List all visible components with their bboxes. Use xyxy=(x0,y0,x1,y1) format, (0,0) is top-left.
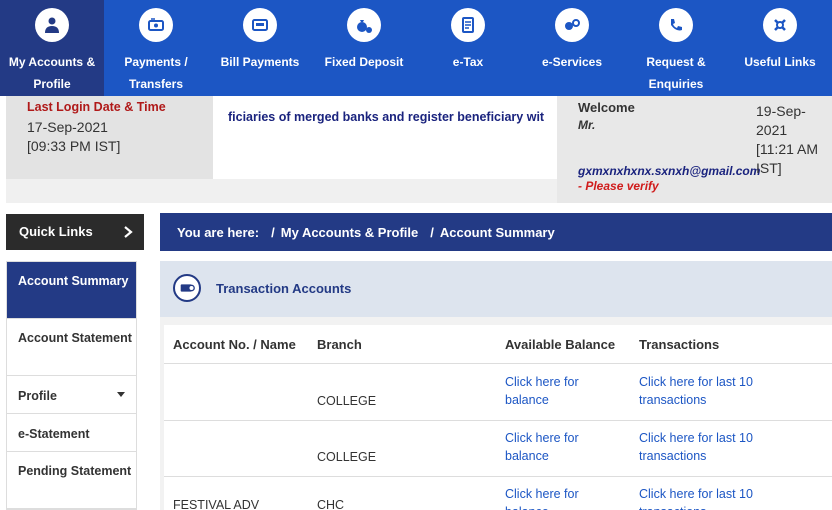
breadcrumb-item-my-accounts[interactable]: My Accounts & Profile xyxy=(281,225,418,240)
sidebar-item-profile[interactable]: Profile xyxy=(7,376,136,414)
current-datetime: 19-Sep-2021 [11:21 AM IST] xyxy=(756,103,819,176)
sidebar-item-e-statement[interactable]: e-Statement xyxy=(7,414,136,452)
welcome-name: Mr. xyxy=(578,118,596,132)
sidebar-item-account-summary[interactable]: Account Summary xyxy=(7,262,136,319)
table-row: COLLEGE Click here for balance Click her… xyxy=(164,420,832,476)
bill-icon xyxy=(243,8,277,42)
nav-label: Request & Enquiries xyxy=(646,55,706,91)
last-login-box: Last Login Date & Time 17-Sep-2021 [09:3… xyxy=(6,96,213,179)
tax-document-icon xyxy=(451,8,485,42)
transaction-accounts-header: Transaction Accounts xyxy=(160,261,832,317)
table-row: FESTIVAL ADV CHC Click here for balance … xyxy=(164,476,832,510)
nav-request-enquiries[interactable]: Request & Enquiries xyxy=(624,0,728,96)
transaction-accounts-title: Transaction Accounts xyxy=(216,281,352,296)
breadcrumb-prefix: You are here: xyxy=(177,225,260,240)
top-navigation: My Accounts & Profile Payments / Transfe… xyxy=(0,0,832,96)
money-transfer-icon xyxy=(139,8,173,42)
wallet-icon xyxy=(173,274,201,302)
branch-cell: CHC xyxy=(317,498,345,510)
branch-cell: COLLEGE xyxy=(317,394,377,408)
sidebar-item-account-statement[interactable]: Account Statement xyxy=(7,319,136,376)
transactions-link[interactable]: Click here for last 10 transactions xyxy=(639,485,779,510)
nav-label: Payments / Transfers xyxy=(124,55,188,91)
transactions-link[interactable]: Click here for last 10 transactions xyxy=(639,373,779,409)
nav-label: e-Services xyxy=(541,55,603,69)
nav-e-tax[interactable]: e-Tax xyxy=(416,0,520,96)
nav-useful-links[interactable]: Useful Links xyxy=(728,0,832,96)
sidebar-item-label: Pending Statement xyxy=(18,464,132,478)
column-header-balance: Available Balance xyxy=(505,337,616,352)
settings-link-icon xyxy=(763,8,797,42)
chevron-right-icon xyxy=(124,226,133,238)
balance-link[interactable]: Click here for balance xyxy=(505,485,605,510)
sidebar-item-label: Account Statement xyxy=(18,331,132,345)
quick-links-button[interactable]: Quick Links xyxy=(6,214,144,250)
account-summary-panel: Transaction Accounts Account No. / Name … xyxy=(160,261,832,510)
nav-label: My Accounts & Profile xyxy=(8,55,96,91)
nav-label: e-Tax xyxy=(452,55,484,69)
money-bag-icon xyxy=(347,8,381,42)
last-login-date: 17-Sep-2021 xyxy=(27,119,108,135)
transaction-accounts-table: Account No. / Name Branch Available Bala… xyxy=(164,325,832,510)
last-login-time: [09:33 PM IST] xyxy=(27,138,121,154)
column-header-account: Account No. / Name xyxy=(173,337,296,352)
phone-support-icon xyxy=(659,8,693,42)
nav-label: Fixed Deposit xyxy=(324,55,404,69)
welcome-title: Welcome xyxy=(578,100,635,115)
nav-label: Useful Links xyxy=(744,55,816,69)
welcome-box: Welcome Mr. gxmxnxhxnx.sxnxh@gmail.com -… xyxy=(557,96,832,203)
breadcrumb: You are here: / My Accounts & Profile / Acco… xyxy=(160,213,832,251)
nav-label: Bill Payments xyxy=(220,55,300,69)
sidebar-item-label: e-Statement xyxy=(18,427,90,441)
nav-payments-transfers[interactable]: Payments / Transfers xyxy=(104,0,208,96)
sidebar-item-label: Account Summary xyxy=(18,274,129,288)
column-header-branch: Branch xyxy=(317,337,362,352)
services-icon xyxy=(555,8,589,42)
account-cell: FESTIVAL ADV xyxy=(173,498,260,510)
sidebar-menu: Account Summary Account Statement Profil… xyxy=(6,261,137,510)
balance-link[interactable]: Click here for balance xyxy=(505,429,605,465)
last-login-title: Last Login Date & Time xyxy=(27,100,166,114)
breadcrumb-item-account-summary: Account Summary xyxy=(439,225,555,240)
quick-links-label: Quick Links xyxy=(19,224,93,239)
column-header-transactions: Transactions xyxy=(639,337,720,352)
info-bar: Last Login Date & Time 17-Sep-2021 [09:3… xyxy=(0,96,832,208)
table-row: COLLEGE Click here for balance Click her… xyxy=(164,363,832,419)
nav-e-services[interactable]: e-Services xyxy=(520,0,624,96)
balance-link[interactable]: Click here for balance xyxy=(505,373,605,409)
nav-bill-payments[interactable]: Bill Payments xyxy=(208,0,312,96)
nav-my-accounts[interactable]: My Accounts & Profile xyxy=(0,0,104,96)
branch-cell: COLLEGE xyxy=(317,450,377,464)
welcome-email[interactable]: gxmxnxhxnx.sxnxh@gmail.com xyxy=(578,164,760,178)
breadcrumb-separator: / xyxy=(430,225,434,240)
transactions-link[interactable]: Click here for last 10 transactions xyxy=(639,429,779,465)
nav-fixed-deposit[interactable]: Fixed Deposit xyxy=(312,0,416,96)
sidebar-item-label: Profile xyxy=(18,389,57,403)
caret-down-icon xyxy=(117,392,125,397)
sidebar-item-pending-statement[interactable]: Pending Statement xyxy=(7,452,136,509)
breadcrumb-separator: / xyxy=(271,225,275,240)
news-marquee: ficiaries of merged banks and register b… xyxy=(228,110,544,124)
email-verify-link[interactable]: - Please verify xyxy=(578,179,659,193)
user-icon xyxy=(35,8,69,42)
